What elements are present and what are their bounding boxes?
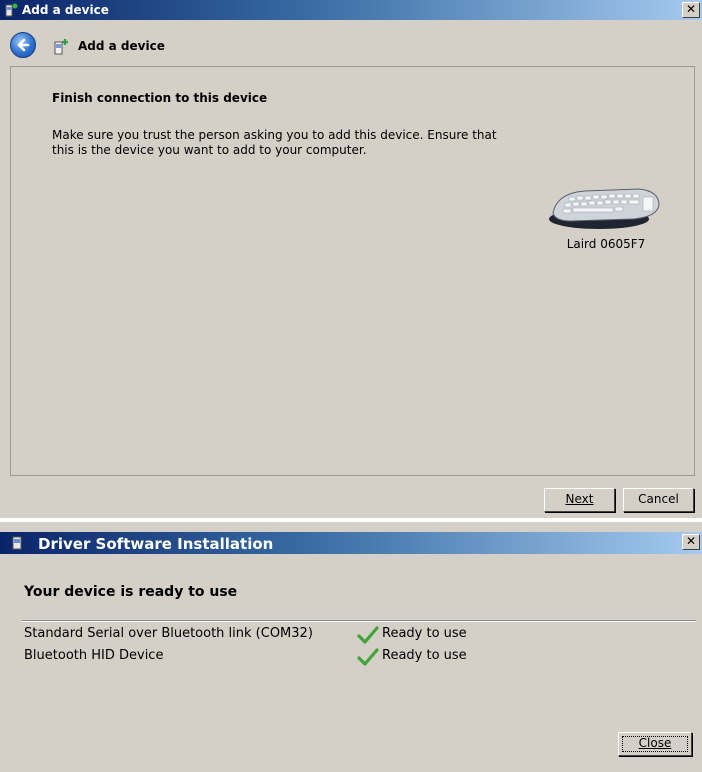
device-name[interactable]: Laird 0605F7 [531,237,681,251]
page-description: Make sure you trust the person asking yo… [52,128,497,157]
title-bar[interactable]: Add a device ✕ [0,0,702,20]
device-row-name: Standard Serial over Bluetooth link (COM… [24,626,313,641]
device-row-name: Bluetooth HID Device [24,648,164,663]
window-title: Add a device [22,3,109,17]
close-icon[interactable]: ✕ [682,2,700,18]
next-button[interactable]: Next [544,488,615,512]
driver-title-bar[interactable]: Driver Software Installation ✕ [0,532,702,554]
driver-install-icon [12,536,22,550]
back-arrow-icon [17,38,30,52]
driver-installation-window: Driver Software Installation ✕ Your devi… [0,522,702,772]
close-button[interactable]: Close [618,732,692,756]
cancel-button-label: Cancel [638,492,679,506]
add-device-window: Add a device ✕ Add a device Finish conne… [0,0,702,518]
wizard-title: Add a device [78,39,165,53]
wizard-content: Finish connection to this device Make su… [10,66,695,476]
green-check-icon [357,626,379,644]
status-heading: Your device is ready to use [24,584,238,600]
add-device-icon [54,39,68,55]
focus-rectangle [622,736,688,752]
page-heading: Finish connection to this device [52,91,268,105]
separator [22,620,696,622]
device-wizard-icon [5,3,18,17]
back-button[interactable] [10,32,36,58]
device-row-status: Ready to use [382,626,467,641]
device-row-status: Ready to use [382,648,467,663]
driver-window-title: Driver Software Installation [38,535,274,553]
close-icon[interactable]: ✕ [682,534,700,550]
green-check-icon [357,648,379,666]
cancel-button[interactable]: Cancel [623,488,694,512]
next-button-label: Next [565,492,594,506]
navigation-bar: Add a device [0,28,702,66]
keyboard-icon [549,188,660,229]
